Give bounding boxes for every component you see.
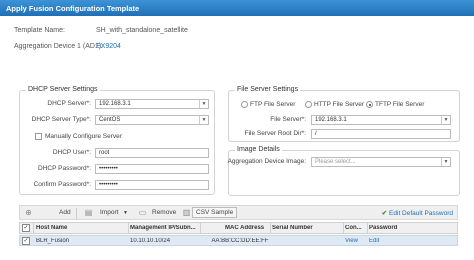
- chevron-down-icon: ▼: [199, 100, 208, 108]
- template-name-value: SH_with_standalone_satellite: [96, 27, 188, 34]
- row-view-link[interactable]: View: [345, 238, 367, 244]
- row-management-ip: 10.10.10.10/24: [130, 238, 171, 244]
- image-details-panel: Image Details Aggregation Device Image: …: [227, 146, 460, 196]
- chevron-down-icon: ▼: [441, 158, 450, 166]
- grid-toolbar: ⊕ Add ▤ Import ▼ ▭ Remove ▥ CSV Sample ✔…: [19, 205, 458, 220]
- column-divider: [33, 223, 34, 233]
- header-host-name[interactable]: Host Name: [36, 225, 128, 231]
- column-divider: [128, 223, 129, 233]
- edit-default-password-label: Edit Default Password: [389, 210, 453, 217]
- column-divider: [200, 223, 201, 233]
- aggregation-device-label: Aggregation Device 1 (AD1):: [14, 43, 104, 50]
- image-details-legend: Image Details: [235, 146, 282, 153]
- header-password[interactable]: Password: [369, 225, 429, 231]
- dhcp-password-input[interactable]: •••••••••: [95, 164, 209, 174]
- import-chevron-down-icon[interactable]: ▼: [123, 210, 128, 216]
- table-row[interactable]: ✓ BLR_Fusion 10.10.10.10/24 AA:BB:CC:DD:…: [19, 235, 458, 246]
- remove-icon: ▭: [138, 208, 147, 217]
- toolbar-divider: [76, 208, 77, 219]
- manual-configure-checkbox[interactable]: [35, 133, 42, 140]
- http-file-server-label: HTTP File Server: [314, 101, 365, 108]
- file-server-select[interactable]: 192.168.3.1 ▼: [311, 115, 451, 125]
- header-mac-address[interactable]: MAC Address: [225, 225, 269, 231]
- aggregation-image-select[interactable]: Please select... ▼: [311, 157, 451, 167]
- dhcp-user-input[interactable]: root: [95, 148, 209, 158]
- file-server-settings-legend: File Server Settings: [235, 86, 301, 93]
- template-name-row: Template Name: SH_with_standalone_satell…: [14, 27, 188, 34]
- checkmark-icon: ✔: [381, 210, 388, 217]
- import-button[interactable]: Import: [100, 209, 118, 216]
- remove-button[interactable]: Remove: [152, 209, 176, 216]
- grid-header-row: ✓ Host Name Management IP/Subn... MAC Ad…: [19, 222, 458, 234]
- aggregation-image-label: Aggregation Device Image:: [227, 158, 306, 165]
- window-title: Apply Fusion Configuration Template: [6, 4, 140, 13]
- dhcp-server-type-select[interactable]: CentOS ▼: [95, 115, 209, 125]
- manual-configure-label: Manually Configure Server: [45, 133, 122, 140]
- dhcp-password-label: DHCP Password*:: [38, 165, 91, 172]
- aggregation-device-row: Aggregation Device 1 (AD1): EX9204: [14, 43, 121, 50]
- dhcp-server-settings-panel: DHCP Server Settings DHCP Server*: 192.1…: [19, 86, 215, 195]
- column-divider: [367, 223, 368, 233]
- row-checkbox[interactable]: ✓: [22, 237, 30, 245]
- dhcp-server-type-label: DHCP Server Type*:: [31, 116, 91, 123]
- header-connection[interactable]: Con...: [345, 225, 367, 231]
- select-all-checkbox[interactable]: ✓: [22, 224, 30, 232]
- add-button[interactable]: Add: [59, 209, 71, 216]
- file-server-root-input[interactable]: /: [311, 129, 451, 139]
- dhcp-server-type-value: CentOS: [99, 117, 121, 123]
- column-divider: [270, 223, 271, 233]
- file-server-label: File Server*:: [270, 116, 306, 123]
- csv-sample-button[interactable]: CSV Sample: [192, 207, 238, 218]
- template-name-label: Template Name:: [14, 27, 65, 34]
- header-serial-number[interactable]: Serial Number: [272, 225, 340, 231]
- tftp-file-server-radio[interactable]: [366, 101, 373, 108]
- row-host-name: BLR_Fusion: [36, 238, 70, 244]
- import-icon: ▤: [84, 208, 93, 217]
- aggregation-device-link[interactable]: EX9204: [96, 43, 121, 50]
- csv-file-icon: ▥: [182, 208, 191, 217]
- dhcp-server-select[interactable]: 192.168.3.1 ▼: [95, 99, 209, 109]
- dhcp-settings-legend: DHCP Server Settings: [26, 86, 100, 93]
- confirm-password-label: Confirm Password*:: [33, 181, 91, 188]
- file-server-settings-panel: File Server Settings FTP File Server HTT…: [228, 86, 460, 142]
- chevron-down-icon: ▼: [441, 116, 450, 124]
- confirm-password-input[interactable]: •••••••••: [95, 180, 209, 190]
- header-management-ip[interactable]: Management IP/Subn...: [130, 225, 198, 231]
- ftp-file-server-label: FTP File Server: [250, 101, 296, 108]
- dhcp-server-label: DHCP Server*:: [47, 100, 91, 107]
- tftp-file-server-label: TFTP File Server: [375, 101, 425, 108]
- dhcp-server-value: 192.168.3.1: [99, 101, 131, 107]
- aggregation-image-placeholder: Please select...: [315, 159, 356, 165]
- add-icon[interactable]: ⊕: [24, 208, 33, 217]
- file-server-root-label: File Server Root Dir*:: [244, 130, 306, 137]
- row-edit-password-link[interactable]: Edit: [369, 238, 409, 244]
- row-mac-address: AA:BB:CC:DD:EE:FF: [211, 238, 269, 244]
- chevron-down-icon: ▼: [199, 116, 208, 124]
- dhcp-user-label: DHCP User*:: [52, 149, 91, 156]
- window-titlebar: Apply Fusion Configuration Template: [0, 0, 474, 16]
- edit-default-password-link[interactable]: ✔ Edit Default Password: [382, 209, 453, 217]
- http-file-server-radio[interactable]: [305, 101, 312, 108]
- ftp-file-server-radio[interactable]: [241, 101, 248, 108]
- file-server-value: 192.168.3.1: [315, 117, 347, 123]
- column-divider: [343, 223, 344, 233]
